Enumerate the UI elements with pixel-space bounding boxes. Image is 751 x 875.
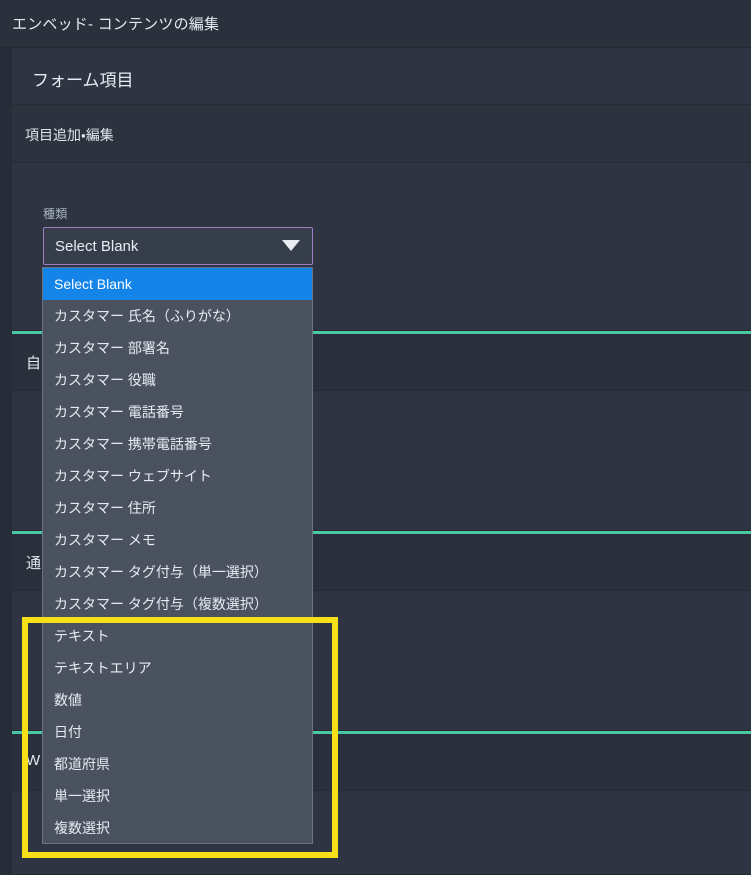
type-field-label: 種類 — [43, 207, 68, 221]
type-option-label: カスタマー 電話番号 — [54, 404, 184, 420]
type-option[interactable]: Select Blank — [43, 268, 312, 300]
type-option[interactable]: カスタマー ウェブサイト — [43, 460, 312, 492]
type-option[interactable]: テキスト — [43, 620, 312, 652]
type-option[interactable]: カスタマー メモ — [43, 524, 312, 556]
type-option-label: Select Blank — [54, 276, 132, 292]
chevron-down-icon — [282, 240, 300, 251]
page-subheading-panel: 項目追加・編集 — [12, 105, 751, 163]
type-option-label: カスタマー 携帯電話番号 — [54, 436, 212, 452]
type-option-label: 都道府県 — [54, 756, 110, 772]
type-option-label: カスタマー 住所 — [54, 500, 156, 516]
type-option[interactable]: カスタマー タグ付与（複数選択） — [43, 588, 312, 620]
page-title: フォーム項目 — [32, 71, 134, 90]
type-option[interactable]: カスタマー 氏名（ふりがな） — [43, 300, 312, 332]
type-option-label: カスタマー タグ付与（単一選択） — [54, 564, 268, 580]
type-option[interactable]: カスタマー 部署名 — [43, 332, 312, 364]
type-option-label: カスタマー ウェブサイト — [54, 468, 212, 484]
type-option-label: カスタマー タグ付与（複数選択） — [54, 596, 268, 612]
type-option[interactable]: カスタマー 住所 — [43, 492, 312, 524]
type-option-label: カスタマー メモ — [54, 532, 156, 548]
window-title: エンベッド- コンテンツの編集 — [12, 16, 220, 33]
page-subtitle: 項目追加・編集 — [25, 127, 114, 143]
type-option-label: 複数選択 — [54, 820, 110, 836]
type-option[interactable]: カスタマー 役職 — [43, 364, 312, 396]
type-option[interactable]: 都道府県 — [43, 748, 312, 780]
type-option-label: カスタマー 氏名（ふりがな） — [54, 308, 240, 324]
app-window: エンベッド- コンテンツの編集 フォーム項目 項目追加・編集 自 通 W 種類 … — [0, 0, 751, 875]
type-option[interactable]: 日付 — [43, 716, 312, 748]
type-option[interactable]: カスタマー 携帯電話番号 — [43, 428, 312, 460]
type-option-label: 日付 — [54, 724, 82, 740]
section-1-label: 自 — [26, 355, 42, 372]
type-option[interactable]: カスタマー 電話番号 — [43, 396, 312, 428]
page-heading-panel: フォーム項目 — [12, 48, 751, 105]
type-option-label: 単一選択 — [54, 788, 110, 804]
type-option-label: テキストエリア — [54, 660, 152, 676]
type-option-label: カスタマー 役職 — [54, 372, 156, 388]
type-option[interactable]: テキストエリア — [43, 652, 312, 684]
type-option[interactable]: 複数選択 — [43, 812, 312, 843]
type-select[interactable]: Select Blank — [43, 227, 313, 265]
section-3-label: W — [26, 752, 41, 769]
type-select-value: Select Blank — [55, 238, 139, 255]
type-option-label: 数値 — [54, 692, 82, 708]
type-option-label: テキスト — [54, 628, 110, 644]
window-titlebar: エンベッド- コンテンツの編集 — [0, 0, 751, 48]
left-rail — [0, 48, 12, 875]
type-option[interactable]: 数値 — [43, 684, 312, 716]
type-option-label: カスタマー 部署名 — [54, 340, 170, 356]
type-select-listbox[interactable]: Select Blank カスタマー 氏名（ふりがな） カスタマー 部署名 カスタマー… — [42, 267, 313, 844]
type-option[interactable]: カスタマー タグ付与（単一選択） — [43, 556, 312, 588]
type-option[interactable]: 単一選択 — [43, 780, 312, 812]
section-2-label: 通 — [26, 555, 42, 572]
